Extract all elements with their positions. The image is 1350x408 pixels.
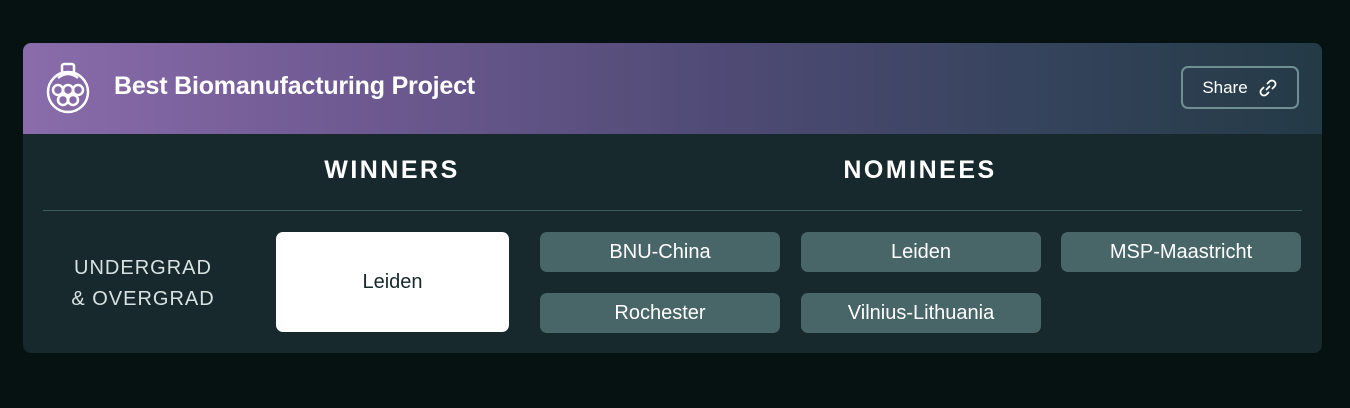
award-card: Best Biomanufacturing Project Share WINN… xyxy=(23,43,1322,353)
winners-heading: WINNERS xyxy=(324,156,460,184)
award-header: Best Biomanufacturing Project Share xyxy=(23,43,1322,134)
category-label-line1: UNDERGRAD xyxy=(74,257,212,279)
nominee-chip[interactable]: BNU-China xyxy=(540,232,780,272)
share-label: Share xyxy=(1202,77,1248,97)
link-icon xyxy=(1259,79,1277,96)
nominees-heading: NOMINEES xyxy=(843,156,997,184)
share-button[interactable]: Share xyxy=(1181,66,1299,109)
award-title: Best Biomanufacturing Project xyxy=(114,72,475,100)
nominee-chip[interactable]: Rochester xyxy=(540,293,780,333)
winner-card[interactable]: Leiden xyxy=(276,232,509,332)
nominee-chip[interactable]: Vilnius-Lithuania xyxy=(801,293,1041,333)
bioreactor-icon xyxy=(46,62,90,114)
category-label: UNDERGRAD & OVERGRAD xyxy=(53,253,233,315)
nominee-chip[interactable]: MSP-Maastricht xyxy=(1061,232,1301,272)
divider xyxy=(43,210,1302,211)
nominee-chip[interactable]: Leiden xyxy=(801,232,1041,272)
category-label-line2: & OVERGRAD xyxy=(71,288,215,310)
